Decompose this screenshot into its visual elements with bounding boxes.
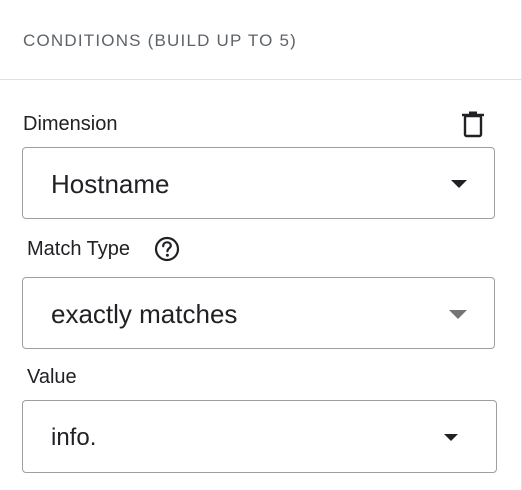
chevron-down-icon [449,310,467,319]
delete-condition-button[interactable] [461,110,485,138]
value-selected-value: info. [51,424,97,451]
chevron-down-icon [444,434,458,441]
dimension-selected-value: Hostname [51,169,170,199]
help-circle-icon [154,236,180,262]
value-select[interactable]: info. [22,400,497,473]
dimension-label: Dimension [23,113,118,135]
conditions-panel: CONDITIONS (BUILD UP TO 5) Dimension Hos… [0,0,522,490]
match-type-help-button[interactable] [154,236,180,262]
match-type-selected-value: exactly matches [51,299,238,329]
match-type-label: Match Type [27,238,131,260]
conditions-title: CONDITIONS (BUILD UP TO 5) [23,31,297,50]
match-type-select[interactable]: exactly matches [22,277,495,349]
chevron-down-icon [451,180,467,188]
value-label: Value [27,366,77,388]
trash-icon [462,111,484,138]
conditions-header: CONDITIONS (BUILD UP TO 5) [0,0,522,80]
dimension-select[interactable]: Hostname [22,147,495,219]
